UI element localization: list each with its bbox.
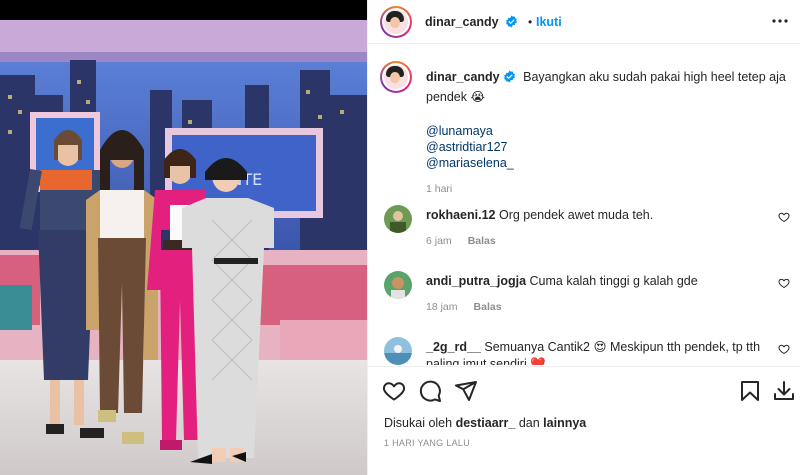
liked-by-others[interactable]: lainnya (543, 416, 586, 430)
heart-icon[interactable] (382, 379, 406, 403)
bookmark-icon[interactable] (738, 379, 762, 403)
comment-like-heart-icon[interactable] (778, 211, 790, 223)
comment-meta: 18 jam Balas (426, 301, 502, 313)
comment-text-block: andi_putra_jogja Cuma kalah tinggi g kal… (426, 273, 766, 290)
comment-like-heart-icon[interactable] (778, 277, 790, 289)
commenter-avatar[interactable] (384, 205, 412, 233)
post-photo[interactable]: ONTE (0, 0, 367, 475)
mention-link[interactable]: @astridtiar127 (426, 139, 514, 155)
liked-by-prefix: Disukai oleh (384, 416, 453, 430)
comment-item: rokhaeni.12 Org pendek awet muda teh. 6 … (380, 205, 790, 257)
comment-item: andi_putra_jogja Cuma kalah tinggi g kal… (380, 271, 790, 323)
separator-dot: • (528, 15, 533, 29)
author-name-wrap: dinar_candy (425, 15, 518, 29)
post-header: dinar_candy • Ikuti (368, 0, 800, 44)
liked-by-user[interactable]: destiaarr_ (456, 416, 516, 430)
follow-button[interactable]: Ikuti (536, 15, 562, 29)
studio-photo-illustration: ONTE (0, 0, 367, 475)
commenter-avatar[interactable] (384, 271, 412, 299)
post-actions-bar (368, 366, 800, 416)
download-icon[interactable] (772, 379, 796, 403)
comment-item: _2g_rd__ Semuanya Cantik2 😍 Meskipun tth… (380, 337, 790, 365)
commenter-username[interactable]: rokhaeni.12 (426, 208, 495, 222)
caption-author-avatar[interactable] (380, 61, 412, 93)
liked-by-line: Disukai oleh destiaarr_ dan lainnya (384, 416, 586, 430)
post-side-panel: dinar_candy • Ikuti dinar_candy Bayangka… (367, 0, 800, 475)
commenter-avatar[interactable] (384, 337, 412, 365)
comment-time[interactable]: 18 jam (426, 301, 458, 313)
liked-by-joiner: dan (518, 416, 540, 430)
mention-link[interactable]: @mariaselena_ (426, 155, 514, 171)
reply-button[interactable]: Balas (468, 235, 496, 247)
commenter-username[interactable]: andi_putra_jogja (426, 274, 526, 288)
caption-timestamp[interactable]: 1 hari (426, 183, 452, 195)
author-avatar[interactable] (380, 6, 412, 38)
paper-plane-icon[interactable] (454, 379, 478, 403)
verified-badge-icon (503, 70, 515, 83)
mention-link[interactable]: @lunamaya (426, 123, 514, 139)
comment-meta: 6 jam Balas (426, 235, 496, 247)
caption-mentions: @lunamaya @astridtiar127 @mariaselena_ (426, 123, 514, 171)
comment-time[interactable]: 6 jam (426, 235, 452, 247)
comment-text-block: rokhaeni.12 Org pendek awet muda teh. (426, 207, 766, 224)
author-username[interactable]: dinar_candy (425, 15, 499, 29)
comment-text: Cuma kalah tinggi g kalah gde (529, 274, 698, 288)
more-options-icon[interactable] (771, 14, 789, 28)
comment-text-block: _2g_rd__ Semuanya Cantik2 😍 Meskipun tth… (426, 339, 766, 365)
commenter-username[interactable]: _2g_rd__ (426, 340, 481, 354)
comment-text: Org pendek awet muda teh. (498, 208, 654, 222)
caption-text-block: dinar_candy Bayangkan aku sudah pakai hi… (426, 67, 786, 107)
post-timestamp[interactable]: 1 HARI YANG LALU (384, 438, 470, 448)
reply-button[interactable]: Balas (474, 301, 502, 313)
comment-like-heart-icon[interactable] (778, 343, 790, 355)
comment-bubble-icon[interactable] (418, 379, 442, 403)
comments-list[interactable]: dinar_candy Bayangkan aku sudah pakai hi… (368, 45, 800, 365)
caption-username[interactable]: dinar_candy (426, 70, 500, 84)
verified-badge-icon (506, 15, 517, 28)
